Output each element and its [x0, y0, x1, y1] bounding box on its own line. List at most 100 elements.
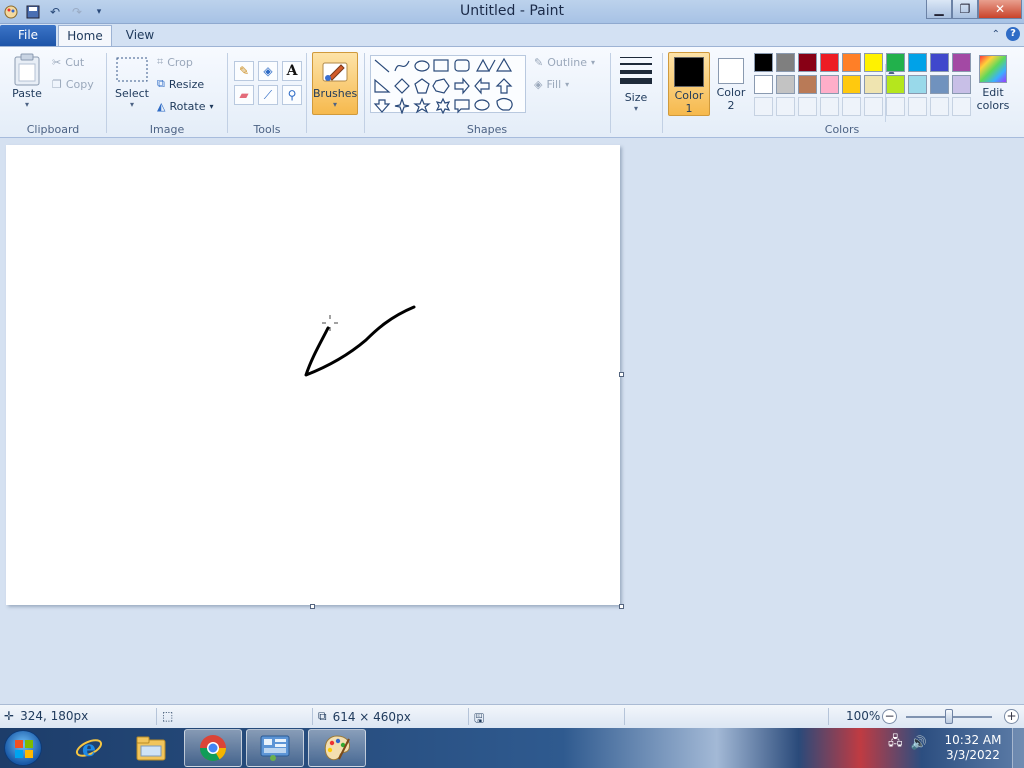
color1-button[interactable]: Color 1: [668, 52, 710, 116]
color2-number: 2: [727, 99, 735, 112]
show-desktop-button[interactable]: [1012, 728, 1024, 768]
zoom-level: 100%: [846, 709, 880, 723]
palette-swatch-17[interactable]: [886, 75, 905, 94]
palette-swatch-4[interactable]: [820, 53, 839, 72]
taskbar-paint[interactable]: [308, 729, 366, 767]
palette-swatch-18[interactable]: [908, 75, 927, 94]
selection-size: ⬚: [162, 709, 173, 723]
minimize-button[interactable]: ▁: [926, 0, 952, 19]
select-button[interactable]: Select ▾: [113, 57, 151, 109]
fill-tool[interactable]: ◈: [258, 61, 278, 81]
paste-button[interactable]: Paste ▾: [8, 53, 46, 109]
taskbar-control-panel[interactable]: [246, 729, 304, 767]
brushes-button[interactable]: Brushes ▾: [312, 52, 358, 115]
custom-color-slot-4[interactable]: [820, 97, 839, 116]
rotate-button[interactable]: ◭ Rotate ▾: [157, 97, 214, 115]
tab-home[interactable]: Home: [58, 25, 112, 47]
copy-button[interactable]: ❐ Copy: [52, 75, 94, 93]
network-icon[interactable]: 🖧: [888, 732, 903, 754]
palette-swatch-19[interactable]: [930, 75, 949, 94]
colors-group-label: Colors: [824, 123, 860, 136]
eraser-tool[interactable]: ▰: [234, 85, 254, 105]
palette-swatch-9[interactable]: [930, 53, 949, 72]
canvas-resize-handle-bottom[interactable]: [310, 604, 315, 609]
ribbon: Paste ▾ ✂ Cut ❐ Copy Clipboard Select ▾ ⌗ C…: [0, 46, 1024, 138]
zoom-out-button[interactable]: −: [882, 709, 897, 724]
custom-color-slot-5[interactable]: [842, 97, 861, 116]
color-picker-tool[interactable]: ⟋: [258, 85, 278, 105]
paste-dropdown-icon[interactable]: ▾: [8, 100, 46, 109]
palette-swatch-5[interactable]: [842, 53, 861, 72]
cut-button[interactable]: ✂ Cut: [52, 53, 84, 71]
custom-color-slot-9[interactable]: [930, 97, 949, 116]
taskbar-file-explorer[interactable]: [122, 729, 180, 767]
divider: [828, 708, 829, 725]
cursor-position: ✛ 324, 180px: [4, 709, 88, 723]
palette-swatch-14[interactable]: [820, 75, 839, 94]
tab-view[interactable]: View: [118, 25, 162, 47]
help-icon[interactable]: ?: [1006, 27, 1020, 41]
size-button[interactable]: Size ▾: [616, 55, 656, 113]
outline-button[interactable]: ✎ Outline ▾: [534, 53, 595, 71]
palette-swatch-7[interactable]: [886, 53, 905, 72]
magnifier-tool[interactable]: ⚲: [282, 85, 302, 105]
taskbar-internet-explorer[interactable]: e: [60, 729, 118, 767]
select-dropdown-icon[interactable]: ▾: [113, 100, 151, 109]
custom-color-slot-6[interactable]: [864, 97, 883, 116]
palette-swatch-15[interactable]: [842, 75, 861, 94]
eyedropper-icon: ⟋: [263, 87, 273, 102]
taskbar-clock[interactable]: 10:32 AM 3/3/2022: [938, 733, 1008, 763]
file-size: 🖫: [474, 709, 484, 730]
fill-button[interactable]: ◈ Fill ▾: [534, 75, 569, 93]
resize-button[interactable]: ⧉ Resize: [157, 75, 204, 93]
brushes-label: Brushes: [313, 87, 358, 100]
close-button[interactable]: ✕: [978, 0, 1022, 19]
palette-swatch-11[interactable]: [754, 75, 773, 94]
drawing-canvas[interactable]: [6, 145, 620, 605]
tab-file[interactable]: File: [0, 25, 56, 46]
taskbar-chrome[interactable]: [184, 729, 242, 767]
fill-dropdown-icon: ▾: [565, 79, 570, 89]
maximize-button[interactable]: ❐: [952, 0, 978, 19]
crop-button[interactable]: ⌗ Crop: [157, 53, 193, 71]
palette-swatch-8[interactable]: [908, 53, 927, 72]
color2-button[interactable]: Color 2: [714, 52, 748, 116]
edit-colors-button[interactable]: Edit colors: [976, 55, 1010, 112]
text-tool[interactable]: A: [282, 61, 302, 81]
minimize-ribbon-icon[interactable]: ⌃: [992, 29, 1000, 40]
canvas-workspace: [0, 138, 1024, 704]
cut-label: Cut: [65, 55, 85, 69]
ribbon-tabs: File Home View ⌃ ?: [0, 24, 1024, 47]
palette-swatch-3[interactable]: [798, 53, 817, 72]
pencil-tool[interactable]: ✎: [234, 61, 254, 81]
palette-swatch-2[interactable]: [776, 53, 795, 72]
canvas-resize-handle-right[interactable]: [619, 372, 624, 377]
custom-color-slot-1[interactable]: [754, 97, 773, 116]
outline-icon: ✎: [534, 55, 544, 69]
palette-swatch-1[interactable]: [754, 53, 773, 72]
palette-swatch-13[interactable]: [798, 75, 817, 94]
custom-color-slot-3[interactable]: [798, 97, 817, 116]
palette-swatch-16[interactable]: [864, 75, 883, 94]
palette-swatch-6[interactable]: [864, 53, 883, 72]
drawn-stroke: [304, 305, 416, 377]
custom-color-slot-10[interactable]: [952, 97, 971, 116]
custom-color-slot-8[interactable]: [908, 97, 927, 116]
zoom-in-button[interactable]: +: [1004, 709, 1019, 724]
image-group-label: Image: [149, 123, 185, 136]
window-controls: ▁ ❐ ✕: [926, 0, 1022, 19]
palette-swatch-12[interactable]: [776, 75, 795, 94]
rotate-dropdown-icon: ▾: [209, 101, 214, 111]
canvas-resize-handle-corner[interactable]: [619, 604, 624, 609]
cursor-position-text: 324, 180px: [20, 709, 89, 723]
copy-label: Copy: [65, 77, 94, 91]
palette-swatch-20[interactable]: [952, 75, 971, 94]
selection-rectangle-icon: [116, 57, 148, 82]
custom-color-slot-7[interactable]: [886, 97, 905, 116]
start-button[interactable]: [4, 730, 42, 766]
palette-swatch-10[interactable]: [952, 53, 971, 72]
custom-color-slot-2[interactable]: [776, 97, 795, 116]
volume-icon[interactable]: 🔊: [911, 736, 927, 751]
zoom-slider-thumb[interactable]: [945, 709, 953, 724]
color1-number: 1: [685, 102, 693, 115]
